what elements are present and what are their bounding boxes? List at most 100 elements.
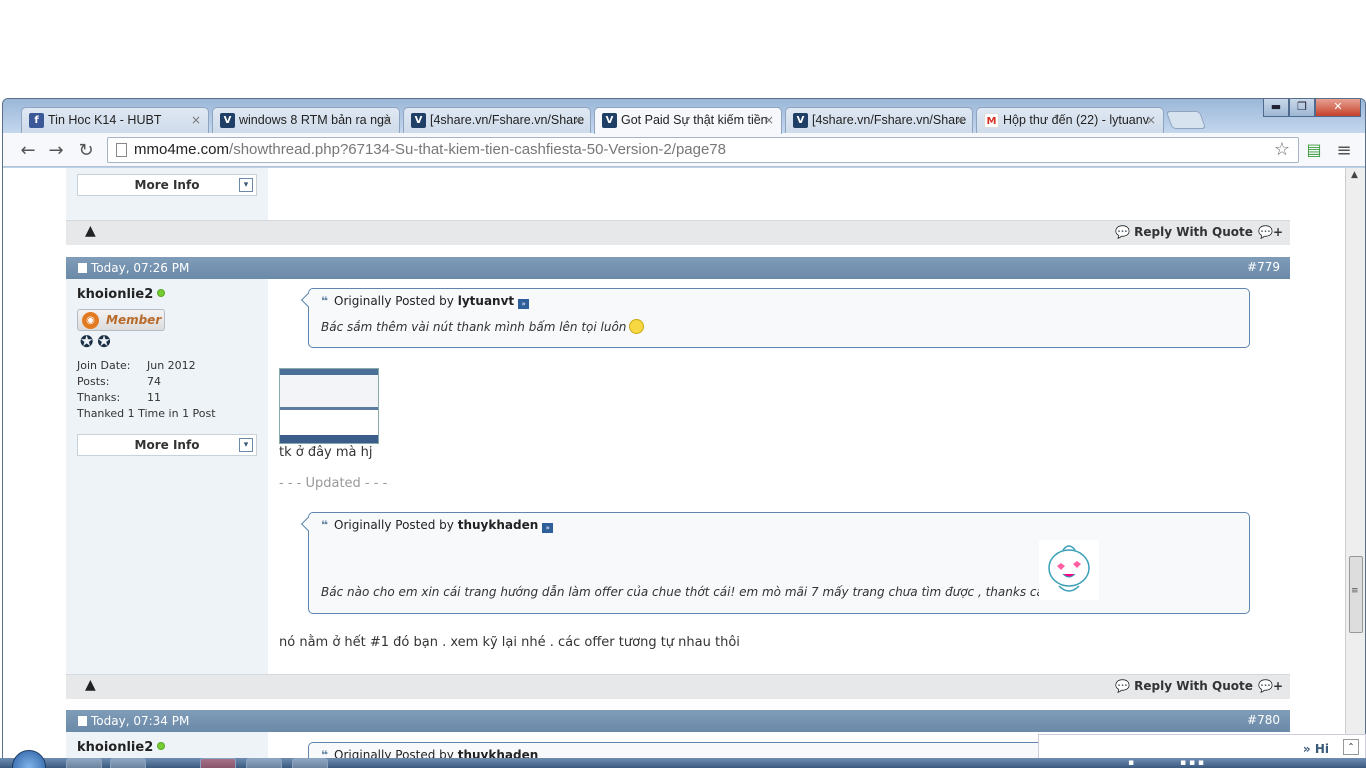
close-icon[interactable]: ×	[573, 113, 583, 127]
chat-expand-icon[interactable]: ⌃	[1343, 739, 1359, 755]
minimize-button[interactable]: ▬	[1263, 99, 1289, 117]
view-post-icon[interactable]: »	[542, 523, 554, 533]
tab-windows8[interactable]: V windows 8 RTM bản ra ngà ×	[212, 107, 400, 133]
quote-text: Bác nào cho em xin cái trang hướng dẫn l…	[321, 585, 1041, 599]
url-host: mmo4me.com	[134, 141, 230, 158]
document-icon	[78, 263, 87, 273]
taskbar-item[interactable]	[110, 758, 146, 768]
post-date: Today, 07:26 PM	[91, 261, 190, 275]
username-link[interactable]: khoionlie2	[77, 740, 166, 755]
scroll-up-arrow-icon[interactable]: ▲	[1351, 170, 1358, 180]
address-bar[interactable]: mmo4me.com/showthread.php?67134-Su-that-…	[107, 137, 1299, 163]
post-date: Today, 07:34 PM	[91, 714, 190, 728]
page-icon	[116, 143, 127, 157]
tab-4share-1[interactable]: V [4share.vn/Fshare.vn/Share ×	[403, 107, 591, 133]
more-info-button[interactable]: More Info ▾	[77, 434, 257, 456]
tab-strip: f Tin Hoc K14 - HUBT × V windows 8 RTM b…	[3, 99, 1365, 134]
language-indicator-icon[interactable]: ▪	[1128, 758, 1134, 768]
stat-value: 11	[147, 391, 161, 404]
bookmark-star-icon[interactable]: ☆	[1274, 139, 1290, 160]
report-warning-icon[interactable]: ▲	[85, 677, 96, 693]
post-footer-bar	[66, 674, 1290, 699]
quote-text-content: Bác sắm thêm vài nút thank mình bấm lên …	[321, 320, 627, 334]
stat-key: Posts:	[77, 375, 110, 388]
chevron-down-icon: ▾	[239, 438, 253, 452]
quote-text: Bác sắm thêm vài nút thank mình bấm lên …	[321, 319, 645, 334]
taskbar-item[interactable]	[200, 758, 236, 768]
multi-quote-button[interactable]: 💬+	[1258, 225, 1283, 239]
more-info-label: More Info	[134, 178, 200, 192]
quote-box: ❝ Originally Posted by thuykhaden» Bác nà…	[300, 512, 1250, 614]
online-status-icon	[157, 289, 166, 297]
user-stats: Join Date: Jun 2012 Posts: 74 Thanks: 11 Th…	[77, 358, 216, 422]
reply-with-quote-button[interactable]: 💬 Reply With Quote	[1115, 225, 1253, 239]
username-link[interactable]: khoionlie2	[77, 287, 166, 302]
post-footer-bar	[66, 220, 1290, 245]
stat-thanked: Thanked 1 Time in 1 Post	[77, 407, 216, 420]
vertical-scrollbar[interactable]: ▲ ≡	[1345, 168, 1365, 767]
taskbar-item[interactable]	[246, 758, 282, 768]
multi-quote-button[interactable]: 💬+	[1258, 679, 1283, 693]
tab-4share-2[interactable]: V [4share.vn/Fshare.vn/Share ×	[785, 107, 973, 133]
new-tab-button[interactable]	[1165, 111, 1207, 129]
smiley-icon	[629, 319, 645, 334]
tab-label: [4share.vn/Fshare.vn/Share	[812, 113, 967, 127]
quote-author: lytuanvt	[457, 294, 515, 308]
quote-notch	[300, 292, 316, 308]
tab-got-paid[interactable]: V Got Paid Sự thật kiếm tiền ×	[594, 107, 782, 134]
quote-icon: 💬	[1115, 225, 1135, 239]
desktop-screen: { "browser": { "tabs": [ {"label": "Tin …	[0, 0, 1366, 768]
quote-icon: ❝	[321, 518, 329, 532]
post-text: tk ở đây mà hj	[279, 445, 373, 460]
stat-value: Jun 2012	[147, 359, 196, 372]
tab-label: [4share.vn/Fshare.vn/Share	[430, 113, 585, 127]
browser-window: f Tin Hoc K14 - HUBT × V windows 8 RTM b…	[2, 98, 1366, 768]
maximize-button[interactable]: ❐	[1289, 99, 1315, 117]
attachment-thumbnail[interactable]	[279, 368, 379, 444]
close-icon[interactable]: ×	[191, 113, 201, 127]
view-post-icon[interactable]: »	[518, 299, 530, 309]
extension-icon[interactable]: ▤	[1303, 140, 1325, 159]
tray-icons[interactable]: ▪ ▪ ▪	[1180, 758, 1204, 768]
more-info-button[interactable]: More Info ▾	[77, 174, 257, 196]
back-arrow-icon[interactable]: ←	[17, 140, 39, 161]
document-icon	[78, 716, 87, 726]
cute-sticker-icon	[1039, 540, 1099, 600]
username-text: khoionlie2	[77, 740, 154, 755]
post-number-link[interactable]: #780	[1247, 713, 1280, 727]
tab-label: Got Paid Sự thật kiếm tiền	[621, 113, 768, 127]
rank-badge: ◉ Member	[77, 309, 165, 331]
more-info-label: More Info	[134, 438, 200, 452]
facebook-icon: f	[29, 113, 44, 128]
close-window-button[interactable]: ✕	[1315, 99, 1361, 117]
quote-header: ❝ Originally Posted by lytuanvt»	[321, 294, 530, 309]
close-icon[interactable]: ×	[955, 113, 965, 127]
online-status-icon	[157, 742, 166, 750]
browser-toolbar: ← → ↻ mmo4me.com/showthread.php?67134-Su…	[3, 133, 1365, 167]
windows-taskbar: ▪ ▪ ▪ ▪	[0, 750, 1366, 768]
mmo4me-icon: V	[220, 113, 235, 128]
close-icon[interactable]: ×	[1146, 113, 1156, 127]
chat-label: » Hi	[1302, 742, 1329, 756]
reply-with-quote-button[interactable]: 💬 Reply With Quote	[1115, 679, 1253, 693]
rank-icon: ◉	[82, 312, 99, 329]
quote-prefix: Originally Posted by	[334, 294, 454, 308]
taskbar-item[interactable]	[292, 758, 328, 768]
reply-with-quote-label: Reply With Quote	[1134, 225, 1253, 239]
quote-header: ❝ Originally Posted by thuykhaden»	[321, 518, 554, 533]
reload-icon[interactable]: ↻	[75, 140, 97, 161]
quote-author: thuykhaden	[457, 518, 539, 532]
mmo4me-icon: V	[793, 113, 808, 128]
mmo4me-icon: V	[602, 113, 617, 128]
menu-icon[interactable]: ≡	[1333, 140, 1355, 161]
close-icon[interactable]: ×	[764, 113, 774, 127]
post-number-link[interactable]: #779	[1247, 260, 1280, 274]
taskbar-item[interactable]	[66, 758, 102, 768]
chevron-down-icon: ▾	[239, 178, 253, 192]
tab-gmail[interactable]: M Hộp thư đến (22) - lytuanv ×	[976, 107, 1164, 133]
forward-arrow-icon[interactable]: →	[45, 140, 67, 161]
chat-widget[interactable]: » Hi ⌃	[1038, 734, 1366, 760]
close-icon[interactable]: ×	[382, 113, 392, 127]
tab-facebook[interactable]: f Tin Hoc K14 - HUBT ×	[21, 107, 209, 133]
report-warning-icon[interactable]: ▲	[85, 223, 96, 239]
